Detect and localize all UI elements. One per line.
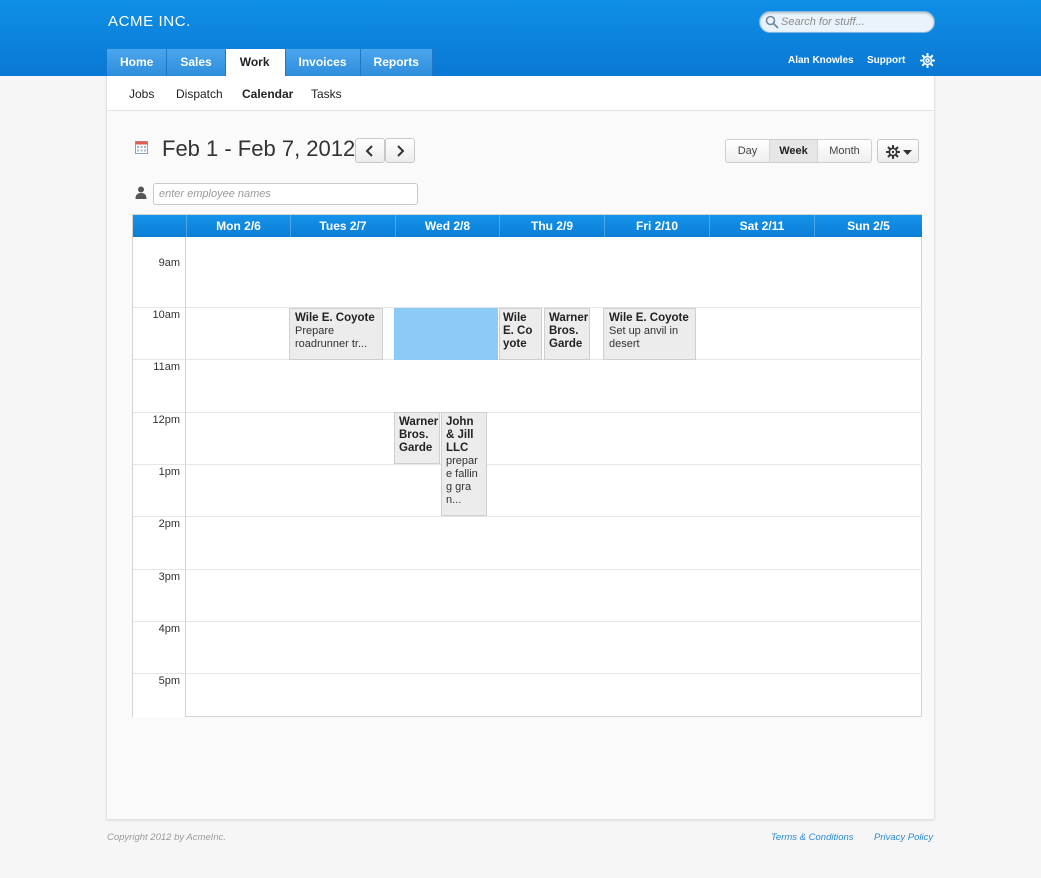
day-header-tue: Tues 2/7 xyxy=(290,215,395,237)
tab-work[interactable]: Work xyxy=(225,49,286,76)
subnav-dispatch[interactable]: Dispatch xyxy=(176,87,223,101)
calendar-event[interactable]: John & Jill LLC prepare falling gran... xyxy=(441,412,487,516)
view-switcher: Day Week Month xyxy=(725,139,872,163)
subnav-calendar[interactable]: Calendar xyxy=(242,87,293,101)
hour-label-2pm: 2pm xyxy=(158,518,180,530)
hour-label-4pm: 4pm xyxy=(158,623,180,635)
event-description: prepare falling gran... xyxy=(446,455,478,506)
tab-reports[interactable]: Reports xyxy=(360,49,433,76)
week-calendar: Mon 2/6 Tues 2/7 Wed 2/8 Thu 2/9 Fri 2/1… xyxy=(132,214,922,717)
event-title: Wile E. Coyote xyxy=(295,312,375,324)
event-title: Warner Bros. Garde xyxy=(549,312,589,350)
calendar-event[interactable]: Wile E. Coyote Set up anvil in desert xyxy=(603,308,696,360)
day-header-wed: Wed 2/8 xyxy=(395,215,499,237)
event-title: Wile E. Coyote xyxy=(609,312,689,324)
hour-label-11am: 11am xyxy=(153,361,180,373)
calendar-event[interactable]: Warner Bros. Garde xyxy=(544,308,590,360)
view-week-button[interactable]: Week xyxy=(770,140,818,162)
hour-label-1pm: 1pm xyxy=(158,466,180,478)
caret-down-icon xyxy=(903,150,912,155)
chevron-left-icon xyxy=(365,144,373,157)
event-description: Set up anvil in desert xyxy=(609,325,679,350)
calendar-event[interactable]: Warner Bros. Garde xyxy=(394,412,440,464)
calendar-event[interactable]: Wile E. Coyote Prepare roadrunner tr... xyxy=(289,308,383,360)
date-range-title: Feb 1 - Feb 7, 2012 xyxy=(162,136,356,161)
calendar-event[interactable]: Wile E. Coyote xyxy=(499,308,542,360)
selected-time-slot[interactable] xyxy=(394,308,498,360)
event-title: John & Jill LLC xyxy=(446,416,474,454)
hour-divider xyxy=(133,673,922,674)
user-menu-link[interactable]: Alan Knowles xyxy=(788,55,854,66)
hour-label-5pm: 5pm xyxy=(158,675,180,687)
calendar-settings-button[interactable] xyxy=(877,139,919,163)
calendar-icon xyxy=(135,141,148,154)
hour-divider xyxy=(133,464,922,465)
event-description: Prepare roadrunner tr... xyxy=(295,325,368,350)
subnav-tasks[interactable]: Tasks xyxy=(311,87,342,101)
hour-divider xyxy=(133,621,922,622)
gear-icon[interactable] xyxy=(920,53,935,68)
hour-label-9am: 9am xyxy=(158,257,180,269)
terms-link[interactable]: Terms & Conditions xyxy=(771,832,854,843)
main-tabs: Home Sales Work Invoices Reports xyxy=(107,49,433,76)
tab-invoices[interactable]: Invoices xyxy=(285,49,361,76)
tab-sales[interactable]: Sales xyxy=(167,49,226,76)
day-header-thu: Thu 2/9 xyxy=(499,215,604,237)
copyright-text: Copyright 2012 by AcmeInc. xyxy=(107,832,226,843)
day-header-mon: Mon 2/6 xyxy=(186,215,290,237)
view-day-button[interactable]: Day xyxy=(726,140,770,162)
tab-home[interactable]: Home xyxy=(107,49,168,76)
hour-divider xyxy=(133,569,922,570)
hour-label-12pm: 12pm xyxy=(152,414,180,426)
gear-icon xyxy=(886,145,900,159)
support-link[interactable]: Support xyxy=(867,55,905,66)
hour-divider xyxy=(133,516,922,517)
next-week-button[interactable] xyxy=(385,138,415,163)
person-icon xyxy=(135,186,147,199)
chevron-right-icon xyxy=(397,144,405,157)
subnav-jobs[interactable]: Jobs xyxy=(129,87,154,101)
hour-label-3pm: 3pm xyxy=(158,571,180,583)
hour-divider xyxy=(133,412,922,413)
calendar-day-header: Mon 2/6 Tues 2/7 Wed 2/8 Thu 2/9 Fri 2/1… xyxy=(133,215,922,237)
search-icon xyxy=(765,15,779,29)
view-month-button[interactable]: Month xyxy=(818,140,871,162)
brand-logo[interactable]: ACME INC. xyxy=(108,13,191,30)
search-input[interactable] xyxy=(759,11,935,33)
privacy-link[interactable]: Privacy Policy xyxy=(874,832,933,843)
day-header-fri: Fri 2/10 xyxy=(604,215,709,237)
previous-week-button[interactable] xyxy=(355,138,385,163)
day-header-sun: Sun 2/5 xyxy=(814,215,922,237)
day-header-sat: Sat 2/11 xyxy=(709,215,814,237)
event-title: Wile E. Coyote xyxy=(503,312,533,350)
event-title: Warner Bros. Garde xyxy=(399,416,439,454)
employee-names-input[interactable] xyxy=(153,183,418,205)
hour-label-10am: 10am xyxy=(152,309,180,321)
sub-navigation: Jobs Dispatch Calendar Tasks xyxy=(107,76,934,111)
